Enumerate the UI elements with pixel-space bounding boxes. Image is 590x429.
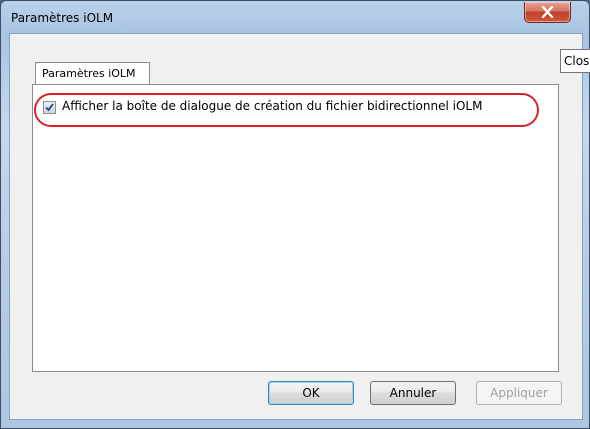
show-bidirectional-dialog-option[interactable]: Afficher la boîte de dialogue de créatio… bbox=[43, 97, 513, 117]
tab-parametres-iolm[interactable]: Paramètres iOLM bbox=[35, 62, 150, 84]
cancel-button[interactable]: Annuler bbox=[370, 381, 456, 405]
close-tooltip: Clos bbox=[560, 49, 590, 73]
show-bidirectional-dialog-checkbox[interactable] bbox=[43, 101, 56, 114]
tab-panel: Afficher la boîte de dialogue de créatio… bbox=[32, 84, 559, 372]
apply-button[interactable]: Appliquer bbox=[476, 381, 562, 405]
dialog-client-area: Paramètres iOLM Afficher la boîte de dia… bbox=[9, 33, 583, 420]
show-bidirectional-dialog-label: Afficher la boîte de dialogue de créatio… bbox=[62, 99, 483, 113]
close-button[interactable] bbox=[524, 2, 571, 23]
close-icon bbox=[541, 6, 554, 18]
checkmark-icon bbox=[45, 103, 54, 112]
ok-button[interactable]: OK bbox=[268, 381, 354, 405]
title-bar[interactable]: Paramètres iOLM bbox=[1, 1, 589, 33]
dialog-window: Paramètres iOLM Paramètres iOLM Afficher… bbox=[0, 0, 590, 429]
window-title: Paramètres iOLM bbox=[11, 11, 114, 25]
